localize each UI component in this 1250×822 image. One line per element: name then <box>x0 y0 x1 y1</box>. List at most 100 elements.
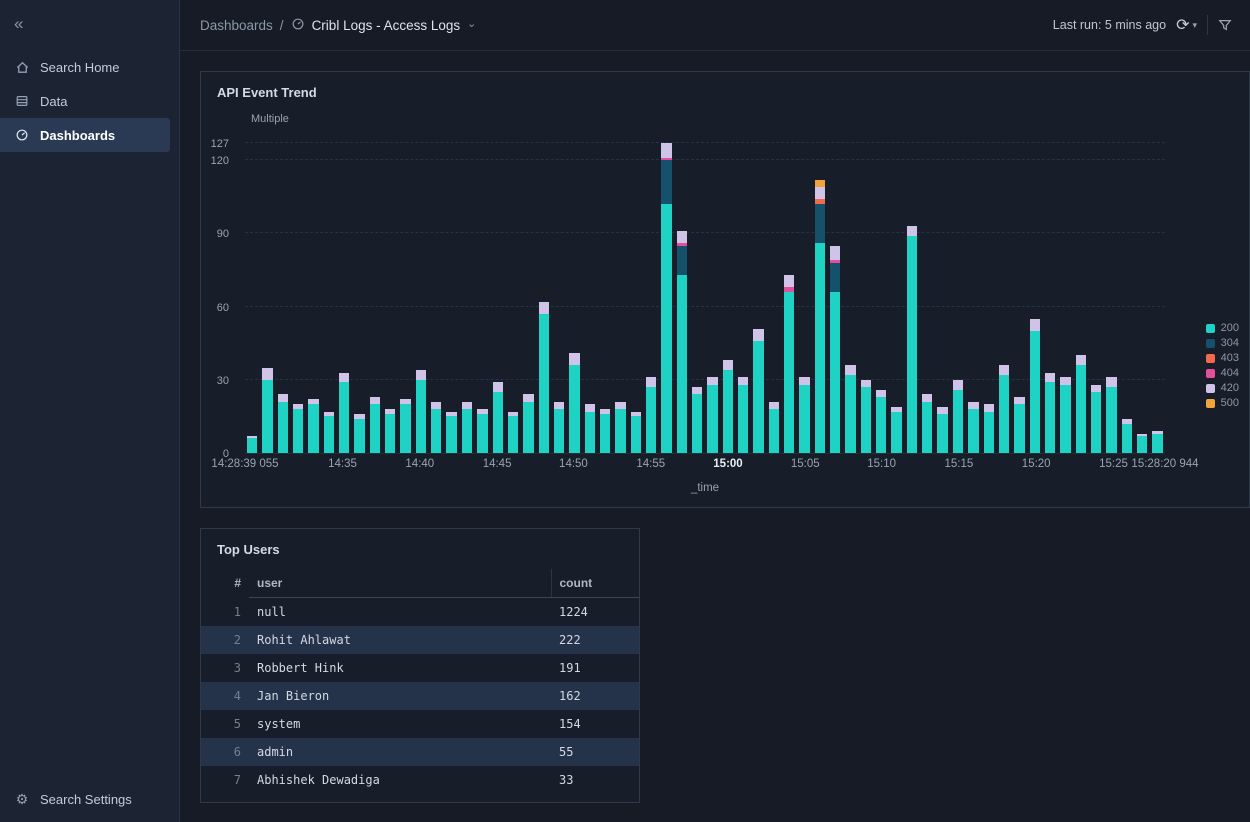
stacked-bar[interactable] <box>830 246 840 453</box>
stacked-bar[interactable] <box>446 412 456 453</box>
stacked-bar[interactable] <box>891 407 901 453</box>
stacked-bar[interactable] <box>784 275 794 453</box>
stacked-bar[interactable] <box>677 231 687 453</box>
table-row[interactable]: 1null1224 <box>201 598 639 627</box>
stacked-bar[interactable] <box>907 226 917 453</box>
stacked-bar[interactable] <box>845 365 855 453</box>
x-tick-label: 14:55 <box>636 458 665 470</box>
stacked-bar[interactable] <box>262 368 272 453</box>
stacked-bar[interactable] <box>416 370 426 453</box>
stacked-bar[interactable] <box>615 402 625 453</box>
stacked-bar[interactable] <box>278 394 288 453</box>
stacked-bar[interactable] <box>400 399 410 453</box>
stacked-bar[interactable] <box>308 399 318 453</box>
stacked-bar[interactable] <box>1106 377 1116 453</box>
legend-item-403[interactable]: 403 <box>1206 352 1239 364</box>
sidebar-collapse-button[interactable]: « <box>0 10 37 38</box>
legend-item-200[interactable]: 200 <box>1206 322 1239 334</box>
legend-item-420[interactable]: 420 <box>1206 382 1239 394</box>
stacked-bar[interactable] <box>1091 385 1101 453</box>
column-header-count[interactable]: count <box>551 569 639 598</box>
sidebar-item-search-settings[interactable]: ⚙ Search Settings <box>0 782 179 816</box>
stacked-bar[interactable] <box>585 404 595 453</box>
dashboards-icon <box>14 127 30 143</box>
stacked-bar[interactable] <box>815 180 825 453</box>
bar-segment-420 <box>1060 377 1070 384</box>
stacked-bar[interactable] <box>539 302 549 453</box>
column-header-user[interactable]: user <box>249 569 551 598</box>
stacked-bar[interactable] <box>1014 397 1024 453</box>
sidebar-item-dashboards[interactable]: Dashboards <box>0 118 170 152</box>
stacked-bar[interactable] <box>723 360 733 453</box>
legend-label: 403 <box>1221 352 1239 364</box>
x-tick-label: 15:15 <box>945 458 974 470</box>
table-row[interactable]: 3Robbert Hink191 <box>201 654 639 682</box>
legend-item-500[interactable]: 500 <box>1206 397 1239 409</box>
bar-segment-420 <box>1091 385 1101 392</box>
stacked-bar[interactable] <box>1137 434 1147 454</box>
legend-item-404[interactable]: 404 <box>1206 367 1239 379</box>
stacked-bar[interactable] <box>999 365 1009 453</box>
stacked-bar[interactable] <box>569 353 579 453</box>
table-row[interactable]: 2Rohit Ahlawat222 <box>201 626 639 654</box>
stacked-bar[interactable] <box>707 377 717 453</box>
stacked-bar[interactable] <box>922 394 932 453</box>
stacked-bar[interactable] <box>661 143 671 453</box>
stacked-bar[interactable] <box>354 414 364 453</box>
table-row[interactable]: 4Jan Bieron162 <box>201 682 639 710</box>
stacked-bar[interactable] <box>247 436 257 453</box>
sidebar-item-data[interactable]: Data <box>0 84 179 118</box>
table-row[interactable]: 7Abhishek Dewadiga33 <box>201 766 639 794</box>
row-index-cell: 1 <box>201 598 249 627</box>
stacked-bar[interactable] <box>462 402 472 453</box>
table-row[interactable]: 6admin55 <box>201 738 639 766</box>
stacked-bar[interactable] <box>799 377 809 453</box>
stacked-bar[interactable] <box>968 402 978 453</box>
stacked-bar[interactable] <box>1152 431 1162 453</box>
stacked-bar[interactable] <box>861 380 871 453</box>
stacked-bar[interactable] <box>953 380 963 453</box>
filter-button[interactable] <box>1218 18 1232 32</box>
table-row[interactable]: 5system154 <box>201 710 639 738</box>
stacked-bar[interactable] <box>339 373 349 453</box>
stacked-bar[interactable] <box>370 397 380 453</box>
stacked-bar[interactable] <box>937 407 947 453</box>
stacked-bar[interactable] <box>738 377 748 453</box>
stacked-bar[interactable] <box>646 377 656 453</box>
sidebar-item-search-home[interactable]: Search Home <box>0 50 179 84</box>
bar-segment-420 <box>661 143 671 158</box>
stacked-bar[interactable] <box>1030 319 1040 453</box>
bar-segment-200 <box>539 314 549 453</box>
stacked-bar[interactable] <box>753 329 763 453</box>
refresh-button[interactable]: ⟳ ▾ <box>1176 15 1197 35</box>
stacked-bar[interactable] <box>385 409 395 453</box>
bar-segment-304 <box>815 204 825 243</box>
bar-segment-200 <box>615 409 625 453</box>
stacked-bar[interactable] <box>508 412 518 453</box>
stacked-bar[interactable] <box>769 402 779 453</box>
stacked-bar[interactable] <box>631 412 641 453</box>
table-panel-title: Top Users <box>201 529 639 561</box>
stacked-bar[interactable] <box>984 404 994 453</box>
stacked-bar[interactable] <box>293 404 303 453</box>
breadcrumb-dashboards-link[interactable]: Dashboards <box>200 18 273 33</box>
column-header-index[interactable]: # <box>201 569 249 598</box>
stacked-bar[interactable] <box>431 402 441 453</box>
stacked-bar[interactable] <box>324 412 334 453</box>
stacked-bar[interactable] <box>692 387 702 453</box>
bar-segment-200 <box>293 409 303 453</box>
legend-item-304[interactable]: 304 <box>1206 337 1239 349</box>
stacked-bar[interactable] <box>600 409 610 453</box>
bar-segment-420 <box>1014 397 1024 404</box>
stacked-bar[interactable] <box>1045 373 1055 453</box>
stacked-bar[interactable] <box>477 409 487 453</box>
stacked-bar[interactable] <box>1076 355 1086 453</box>
stacked-bar[interactable] <box>523 394 533 453</box>
stacked-bar[interactable] <box>493 382 503 453</box>
stacked-bar[interactable] <box>554 402 564 453</box>
bar-segment-420 <box>646 377 656 387</box>
dashboard-title-dropdown[interactable]: Cribl Logs - Access Logs ⌄ <box>291 17 477 34</box>
stacked-bar[interactable] <box>1122 419 1132 453</box>
stacked-bar[interactable] <box>1060 377 1070 453</box>
stacked-bar[interactable] <box>876 390 886 453</box>
